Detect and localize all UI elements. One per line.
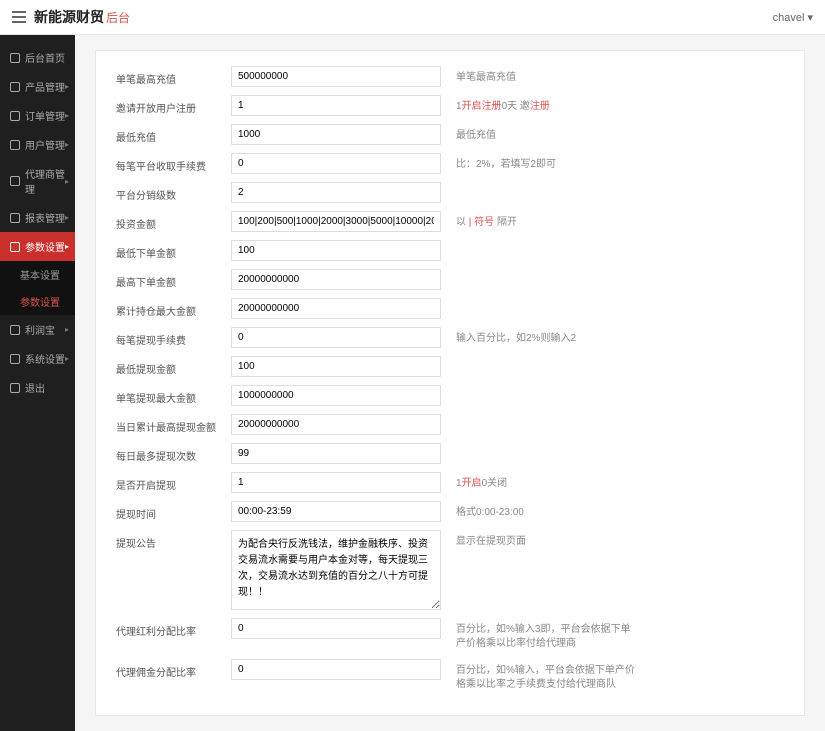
form-label: 单笔提现最大金额: [116, 385, 231, 405]
form-label: 平台分销级数: [116, 182, 231, 202]
form-hint: 1开启0关闭: [456, 472, 507, 491]
form-input[interactable]: [231, 95, 441, 116]
form-label: 邀请开放用户注册: [116, 95, 231, 115]
form-input[interactable]: [231, 211, 441, 232]
sidebar-item-home[interactable]: 后台首页: [0, 43, 75, 72]
agent-icon: [10, 176, 20, 186]
chevron-right-icon: ▸: [65, 111, 69, 120]
form-label: 最低下单金额: [116, 240, 231, 260]
sidebar-sub-params[interactable]: 参数设置: [0, 288, 75, 315]
form-label: 是否开启提现: [116, 472, 231, 492]
brand-title: 新能源财贸: [34, 9, 104, 25]
form-input[interactable]: [231, 501, 441, 522]
form-input[interactable]: [231, 66, 441, 87]
form-hint: 单笔最高充值: [456, 66, 516, 85]
form-label: 当日累计最高提现金额: [116, 414, 231, 434]
chevron-right-icon: ▸: [65, 140, 69, 149]
form-label: 代理红利分配比率: [116, 618, 231, 638]
form-input[interactable]: [231, 385, 441, 406]
form-label: 每笔提现手续费: [116, 327, 231, 347]
chevron-right-icon: ▸: [65, 82, 69, 91]
sidebar-item-product[interactable]: 产品管理▸: [0, 72, 75, 101]
form-label: 提现时间: [116, 501, 231, 521]
form-input[interactable]: [231, 327, 441, 348]
form-hint: 比：2%，若填写2即可: [456, 153, 556, 172]
logout-icon: [10, 383, 20, 393]
product-icon: [10, 82, 20, 92]
menu-toggle-icon[interactable]: [12, 11, 26, 23]
user-icon: [10, 140, 20, 150]
form-input[interactable]: [231, 443, 441, 464]
form-label: 累计持仓最大金额: [116, 298, 231, 318]
form-input[interactable]: [231, 414, 441, 435]
form-input[interactable]: [231, 472, 441, 493]
form-input[interactable]: [231, 153, 441, 174]
form-hint: 百分比，如%输入3即，平台会依据下单产价格乘以比率付给代理商: [456, 618, 636, 651]
form-hint: 1开启注册0天 邀注册: [456, 95, 550, 114]
form-label: 每笔平台收取手续费: [116, 153, 231, 173]
sidebar-item-params[interactable]: 参数设置▸: [0, 232, 75, 261]
sidebar-item-logout[interactable]: 退出: [0, 373, 75, 402]
sidebar-item-agent[interactable]: 代理商管理▸: [0, 159, 75, 203]
form-label: 单笔最高充值: [116, 66, 231, 86]
chevron-right-icon: ▸: [65, 242, 69, 251]
order-icon: [10, 111, 20, 121]
form-input[interactable]: [231, 269, 441, 290]
form-input[interactable]: [231, 298, 441, 319]
form-hint: 显示在提现页面: [456, 530, 526, 549]
form-label: 提现公告: [116, 530, 231, 550]
form-label: 最高下单金额: [116, 269, 231, 289]
chevron-right-icon: ▸: [65, 354, 69, 363]
form-hint: 以 | 符号 隔开: [456, 211, 517, 230]
sidebar-item-report[interactable]: 报表管理▸: [0, 203, 75, 232]
home-icon: [10, 53, 20, 63]
brand-sub: 后台: [106, 11, 130, 25]
chevron-down-icon: ▾: [807, 12, 813, 24]
form-input[interactable]: [231, 356, 441, 377]
form-hint: 输入百分比，如2%则输入2: [456, 327, 576, 346]
settings-icon: [10, 242, 20, 252]
profit-icon: [10, 325, 20, 335]
form-input[interactable]: [231, 659, 441, 680]
form-hint: 百分比，如%输入，平台会依据下单产价格乘以比率之手续费支付给代理商队: [456, 659, 636, 692]
chevron-right-icon: ▸: [65, 325, 69, 334]
form-input[interactable]: [231, 618, 441, 639]
form-label: 最低充值: [116, 124, 231, 144]
sidebar-sub-basic[interactable]: 基本设置: [0, 261, 75, 288]
chevron-right-icon: ▸: [65, 177, 69, 186]
form-label: 投资金额: [116, 211, 231, 231]
form-hint: 格式0:00-23:00: [456, 501, 524, 520]
report-icon: [10, 213, 20, 223]
form-input[interactable]: [231, 240, 441, 261]
form-hint: 最低充值: [456, 124, 496, 143]
sidebar: 后台首页 产品管理▸ 订单管理▸ 用户管理▸ 代理商管理▸ 报表管理▸ 参数设置…: [0, 35, 75, 731]
sidebar-item-profit[interactable]: 利润宝▸: [0, 315, 75, 344]
form-label: 代理佣金分配比率: [116, 659, 231, 679]
sidebar-item-order[interactable]: 订单管理▸: [0, 101, 75, 130]
sidebar-item-system[interactable]: 系统设置▸: [0, 344, 75, 373]
sidebar-item-user[interactable]: 用户管理▸: [0, 130, 75, 159]
form-label: 每日最多提现次数: [116, 443, 231, 463]
form-input[interactable]: [231, 530, 441, 610]
form-input[interactable]: [231, 124, 441, 145]
form-input[interactable]: [231, 182, 441, 203]
system-icon: [10, 354, 20, 364]
form-label: 最低提现金额: [116, 356, 231, 376]
chevron-right-icon: ▸: [65, 213, 69, 222]
form-panel: 单笔最高充值单笔最高充值邀请开放用户注册1开启注册0天 邀注册最低充值最低充值每…: [95, 50, 805, 716]
user-menu[interactable]: chavel ▾: [773, 11, 813, 24]
